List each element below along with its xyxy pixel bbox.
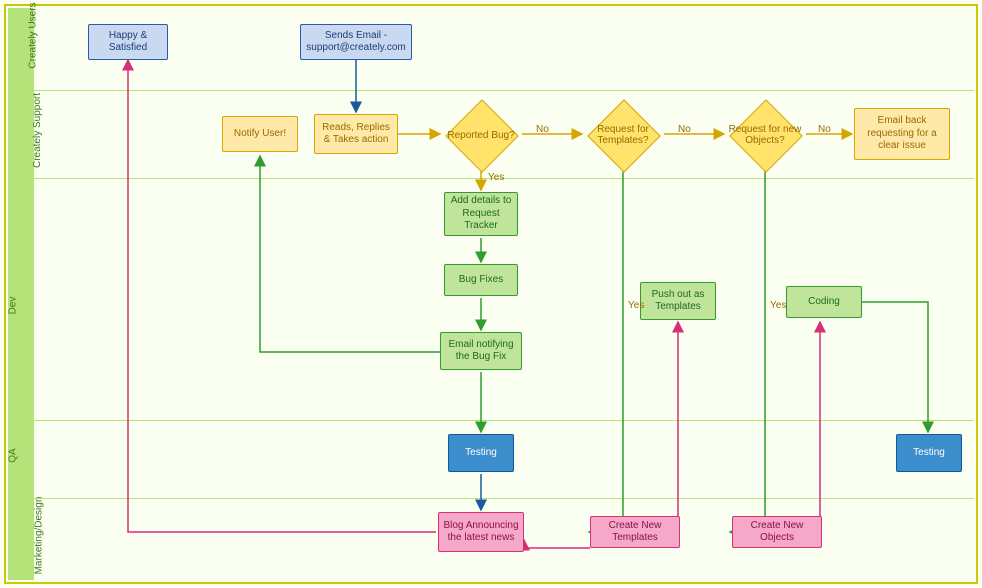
node-sends-email: Sends Email - support@creately.com <box>300 24 412 60</box>
edge-label-yes: Yes <box>488 172 504 183</box>
node-create-templates: Create New Templates <box>590 516 680 548</box>
node-testing-1: Testing <box>448 434 514 472</box>
lane-label-dev: Dev <box>0 300 26 340</box>
edge-label-no: No <box>818 124 831 135</box>
edge-label-yes: Yes <box>770 300 786 311</box>
lane-divider <box>34 498 974 499</box>
edge-label-no: No <box>678 124 691 135</box>
node-happy: Happy & Satisfied <box>88 24 168 60</box>
edge-label-no: No <box>536 124 549 135</box>
node-reads: Reads, Replies & Takes action <box>314 114 398 154</box>
lane-label-users: Creately Users <box>0 30 26 70</box>
lane-divider <box>34 420 974 421</box>
node-push-templates: Push out as Templates <box>640 282 716 320</box>
node-notify-user: Notify User! <box>222 116 298 152</box>
node-add-details: Add details to Request Tracker <box>444 192 518 236</box>
node-testing-2: Testing <box>896 434 962 472</box>
node-email-notify: Email notifying the Bug Fix <box>440 332 522 370</box>
lane-label-qa: QA <box>0 450 26 490</box>
lane-label-mkt: Marketing/Design <box>0 530 26 570</box>
node-bug-fixes: Bug Fixes <box>444 264 518 296</box>
node-blog: Blog Announcing the latest news <box>438 512 524 552</box>
edge-label-yes: Yes <box>628 300 644 311</box>
lane-label-support: Creately Support <box>0 125 26 165</box>
node-coding: Coding <box>786 286 862 318</box>
lane-divider <box>34 90 974 91</box>
lane-header-column <box>8 8 34 580</box>
node-create-objects: Create New Objects <box>732 516 822 548</box>
node-email-back: Email back requesting for a clear issue <box>854 108 950 160</box>
swimlane-diagram: Creately Users Creately Support Dev QA M… <box>0 0 982 588</box>
